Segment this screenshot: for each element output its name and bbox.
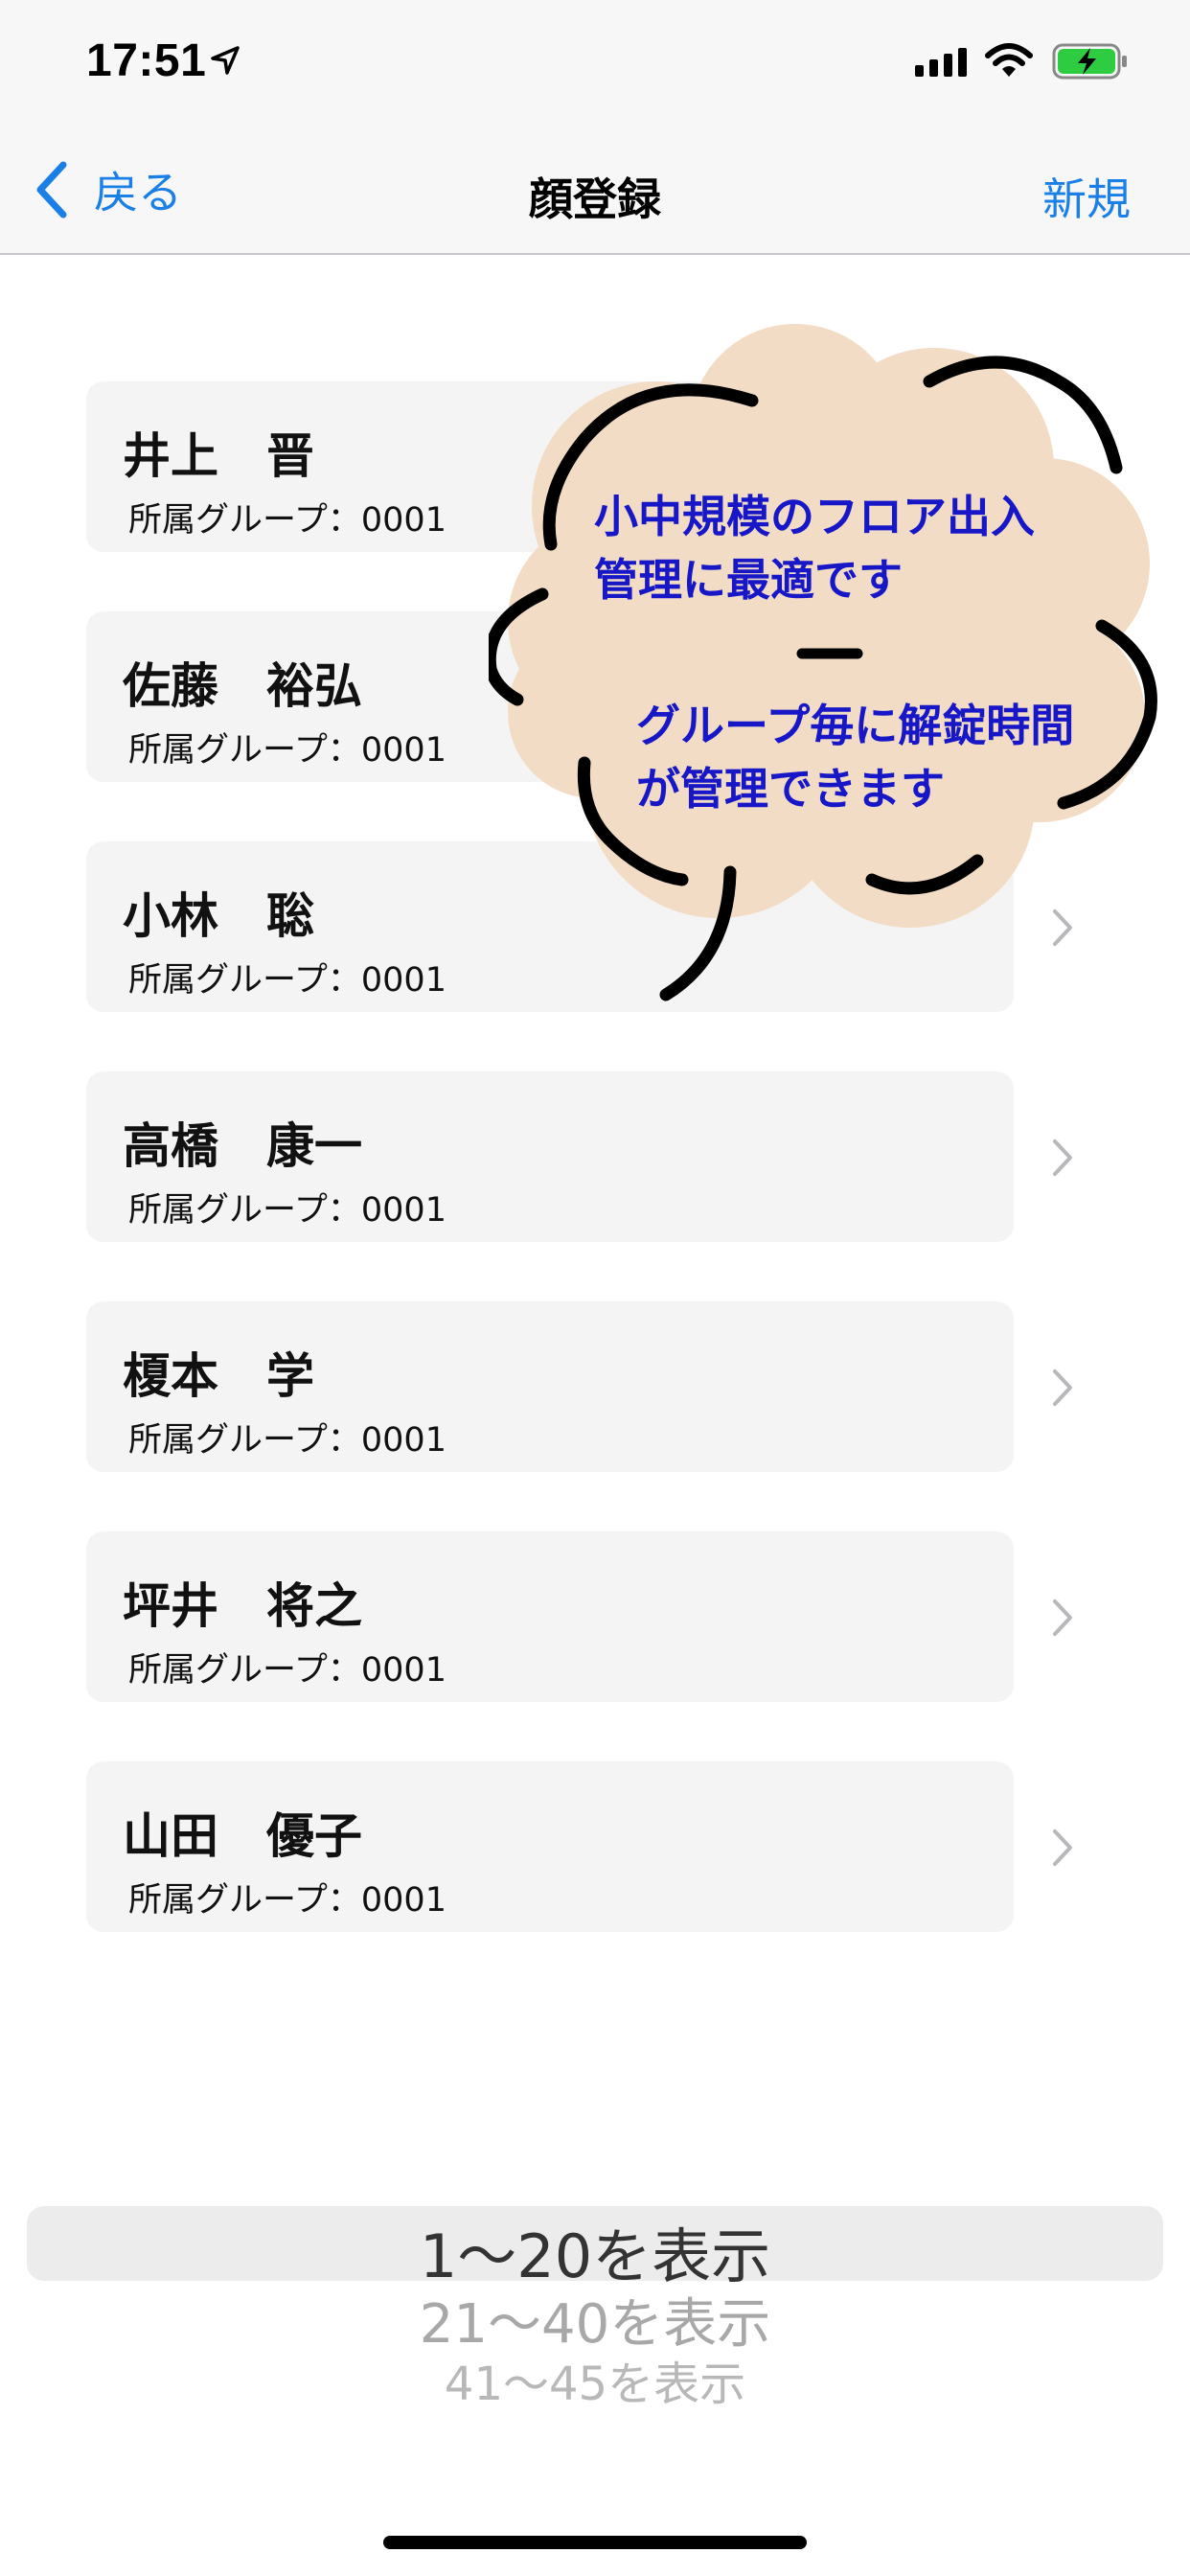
callout-cloud (489, 324, 1157, 1001)
chevron-right-icon (1053, 1829, 1072, 1866)
person-group: 所属グループ：0001 (128, 1881, 446, 1920)
cellular-signal-icon (915, 48, 967, 77)
person-name: 山田 優子 (123, 1808, 362, 1864)
callout-text-line3: グループ毎に解錠時間 (636, 700, 1075, 751)
home-indicator[interactable] (383, 2536, 807, 2549)
person-name: 井上 晋 (123, 428, 314, 484)
callout-text-line4: が管理できます (636, 763, 945, 815)
screen: 17:51 戻る 顔登録 新規 井上 晋 所属グループ：0001 佐藤 裕弘 所… (0, 0, 1190, 2576)
list-item[interactable]: 高橋 康一 所属グループ：0001 (86, 1071, 1014, 1242)
callout-text-line1: 小中規模のフロア出入 (594, 491, 1035, 542)
list-item[interactable]: 榎本 学 所属グループ：0001 (86, 1301, 1014, 1472)
new-button[interactable]: 新規 (1042, 165, 1131, 228)
person-name: 高橋 康一 (123, 1118, 362, 1174)
chevron-right-icon (1053, 1139, 1072, 1176)
status-time: 17:51 (86, 35, 207, 86)
person-group: 所属グループ：0001 (128, 731, 446, 770)
person-group: 所属グループ：0001 (128, 1651, 446, 1690)
navigation-bar: 戻る 顔登録 新規 (0, 125, 1190, 255)
list-item[interactable]: 山田 優子 所属グループ：0001 (86, 1761, 1014, 1932)
person-group: 所属グループ：0001 (128, 1421, 446, 1460)
person-name: 榎本 学 (123, 1348, 314, 1404)
battery-charging-icon (1052, 43, 1127, 80)
page-title: 顔登録 (529, 173, 661, 225)
status-bar: 17:51 (0, 0, 1190, 125)
person-group: 所属グループ：0001 (128, 501, 446, 540)
person-name: 小林 聡 (123, 888, 314, 944)
wifi-icon (985, 43, 1033, 77)
chevron-right-icon (1053, 1599, 1072, 1636)
location-arrow-icon (211, 46, 240, 75)
callout-text-line2: 管理に最適です (594, 554, 903, 606)
list-item[interactable]: 坪井 将之 所属グループ：0001 (86, 1531, 1014, 1702)
picker-option[interactable]: 41〜45を表示 (0, 2346, 1190, 2413)
person-group: 所属グループ：0001 (128, 1191, 446, 1230)
person-group: 所属グループ：0001 (128, 961, 446, 1000)
person-name: 佐藤 裕弘 (123, 658, 362, 714)
person-name: 坪井 将之 (123, 1578, 362, 1634)
chevron-right-icon (1053, 1369, 1072, 1406)
